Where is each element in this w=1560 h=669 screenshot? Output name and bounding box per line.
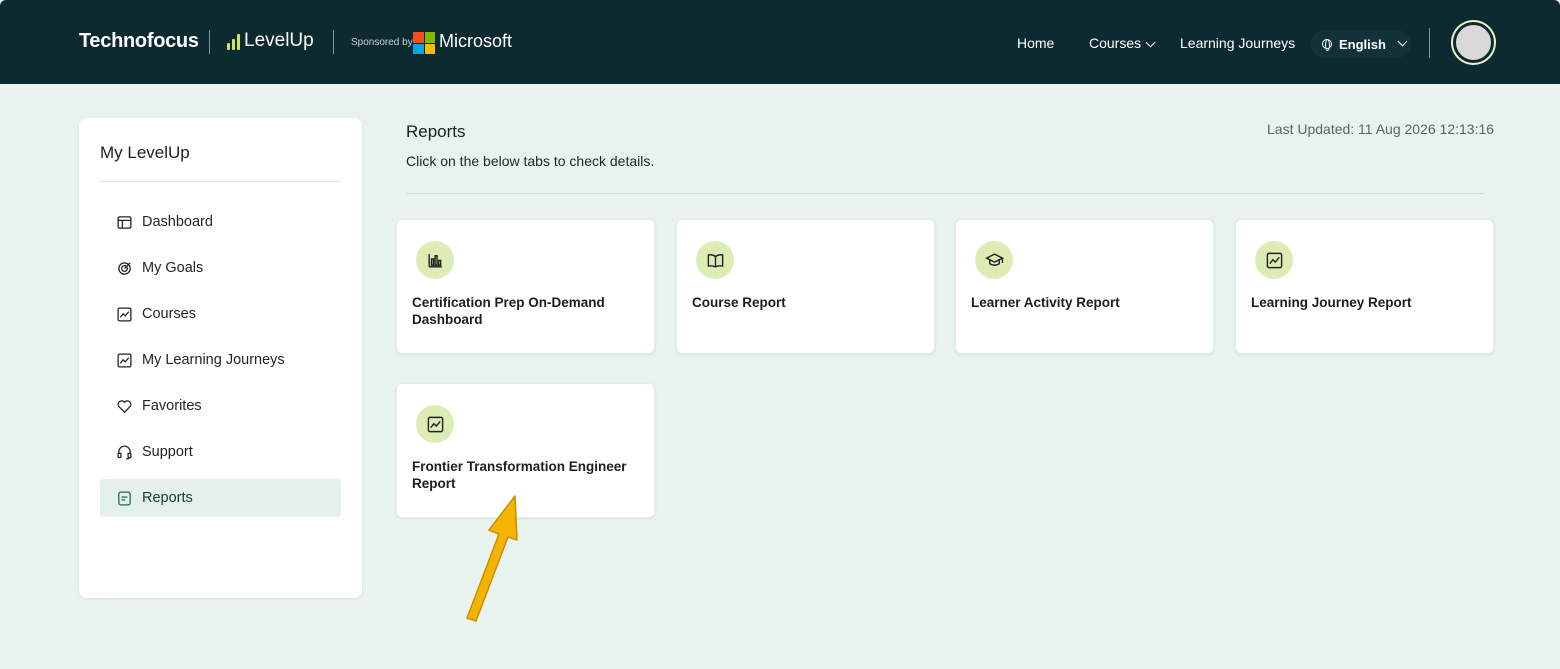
report-card-learner-activity[interactable]: Learner Activity Report bbox=[955, 219, 1214, 354]
top-navigation-bar: Technofocus LevelUp Sponsored by Microso… bbox=[0, 0, 1560, 84]
card-icon-badge bbox=[975, 241, 1013, 279]
microsoft-logo-text: Microsoft bbox=[439, 31, 513, 51]
nav-home-link[interactable]: Home bbox=[1017, 35, 1054, 51]
sidebar: My LevelUp Dashboard My Goals Courses My… bbox=[79, 118, 362, 598]
report-card-certification-prep[interactable]: Certification Prep On-Demand Dashboard bbox=[396, 219, 655, 354]
nav-learning-journeys-link[interactable]: Learning Journeys bbox=[1180, 35, 1295, 51]
last-updated-timestamp: Last Updated: 11 Aug 2026 12:13:16 bbox=[1267, 121, 1495, 137]
sidebar-item-label: Favorites bbox=[142, 398, 202, 414]
report-card-label: Course Report bbox=[692, 295, 786, 310]
goals-icon bbox=[118, 261, 131, 275]
sidebar-item-favorites[interactable]: Favorites bbox=[100, 387, 341, 425]
dashboard-icon bbox=[117, 215, 132, 229]
report-card-course-report[interactable]: Course Report bbox=[676, 219, 935, 354]
sidebar-item-support[interactable]: Support bbox=[100, 433, 341, 471]
heart-icon bbox=[117, 399, 132, 413]
trend-chart-icon bbox=[1266, 252, 1282, 268]
page-title: Reports bbox=[406, 122, 466, 141]
sidebar-item-label: Reports bbox=[142, 490, 193, 506]
levelup-logo[interactable]: LevelUp bbox=[227, 30, 314, 52]
courses-icon bbox=[117, 306, 132, 322]
report-card-label: Learner Activity Report bbox=[971, 295, 1120, 310]
report-card-label: Learning Journey Report bbox=[1251, 295, 1412, 310]
card-icon-badge bbox=[1255, 241, 1293, 279]
sidebar-item-label: My Goals bbox=[142, 260, 204, 276]
card-icon-badge bbox=[416, 241, 454, 279]
sponsored-by-label: Sponsored by bbox=[351, 37, 413, 48]
annotation-arrow-icon bbox=[466, 495, 518, 622]
levelup-bars-icon bbox=[227, 32, 240, 50]
chevron-down-icon[interactable] bbox=[1145, 37, 1156, 48]
levelup-logo-text: LevelUp bbox=[244, 30, 314, 51]
header-divider bbox=[1429, 28, 1430, 58]
sidebar-item-label: My Learning Journeys bbox=[142, 352, 285, 368]
language-label: English bbox=[1339, 36, 1386, 52]
globe-icon bbox=[1322, 39, 1332, 51]
content-divider bbox=[406, 193, 1484, 194]
report-card-learning-journey[interactable]: Learning Journey Report bbox=[1235, 219, 1494, 354]
page-subtitle: Click on the below tabs to check details… bbox=[406, 153, 655, 169]
technofocus-logo[interactable]: Technofocus bbox=[79, 30, 199, 53]
graduation-cap-icon bbox=[984, 252, 1004, 266]
sidebar-item-courses[interactable]: Courses bbox=[100, 295, 341, 333]
report-card-frontier-transformation[interactable]: Frontier Transformation Engineer Report bbox=[396, 383, 655, 518]
book-icon bbox=[707, 253, 723, 268]
header-divider bbox=[333, 30, 334, 54]
chevron-down-icon bbox=[1397, 36, 1408, 46]
sidebar-item-my-learning-journeys[interactable]: My Learning Journeys bbox=[100, 341, 341, 379]
sidebar-title: My LevelUp bbox=[100, 143, 190, 162]
sidebar-item-my-goals[interactable]: My Goals bbox=[100, 249, 341, 287]
sidebar-item-label: Support bbox=[142, 444, 193, 460]
report-card-label: Certification Prep On-Demand Dashboard bbox=[412, 295, 605, 327]
card-icon-badge bbox=[696, 241, 734, 279]
card-icon-badge bbox=[416, 405, 454, 443]
sidebar-divider bbox=[100, 181, 340, 182]
sidebar-item-dashboard[interactable]: Dashboard bbox=[100, 203, 341, 241]
bar-chart-icon bbox=[427, 253, 442, 268]
microsoft-logo-icon bbox=[413, 32, 435, 54]
report-card-label: Frontier Transformation Engineer Report bbox=[412, 459, 627, 491]
sidebar-item-reports[interactable]: Reports bbox=[100, 479, 341, 517]
reports-icon bbox=[118, 490, 131, 506]
language-selector[interactable]: English bbox=[1311, 30, 1411, 58]
header-divider bbox=[209, 30, 210, 54]
headset-icon bbox=[117, 445, 132, 460]
user-avatar[interactable] bbox=[1453, 22, 1494, 63]
sidebar-item-label: Dashboard bbox=[142, 214, 213, 230]
journey-icon bbox=[117, 352, 132, 368]
sidebar-item-label: Courses bbox=[142, 306, 196, 322]
trend-chart-icon bbox=[427, 416, 443, 432]
nav-courses-link[interactable]: Courses bbox=[1089, 35, 1141, 51]
